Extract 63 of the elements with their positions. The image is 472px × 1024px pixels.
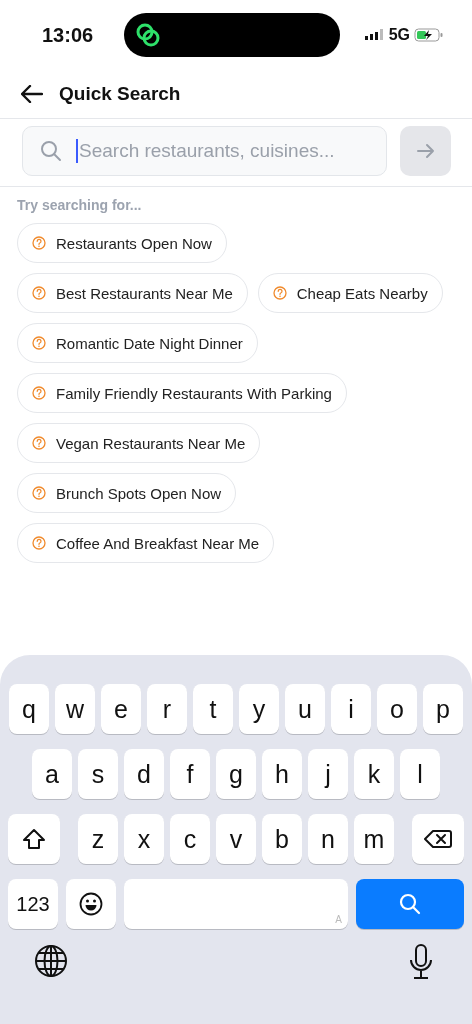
suggestion-chip[interactable]: Cheap Eats Nearby [257, 273, 443, 313]
emoji-key[interactable] [66, 879, 116, 929]
shift-key[interactable] [8, 814, 60, 864]
network-label: 5G [388, 26, 410, 44]
keyboard-key[interactable]: s [78, 749, 118, 799]
keyboard-key[interactable]: u [285, 684, 325, 734]
backspace-icon [424, 829, 452, 849]
keyboard-key[interactable]: g [216, 749, 256, 799]
delete-key[interactable] [412, 814, 464, 864]
keyboard-key[interactable]: p [423, 684, 463, 734]
signal-icon [364, 29, 385, 41]
keyboard-key[interactable]: f [170, 749, 210, 799]
question-icon [32, 436, 46, 450]
keyboard-key[interactable]: r [147, 684, 187, 734]
shift-icon [22, 828, 46, 850]
keyboard-key[interactable]: a [32, 749, 72, 799]
keyboard-key[interactable]: e [101, 684, 141, 734]
status-time: 13:06 [42, 23, 95, 47]
page-title: Quick Search [59, 83, 181, 105]
search-icon [399, 893, 421, 915]
keyboard-key[interactable]: k [354, 749, 394, 799]
keyboard-key[interactable]: w [55, 684, 95, 734]
suggestion-chip[interactable]: Vegan Restaurants Near Me [17, 423, 261, 463]
keyboard-key[interactable]: d [124, 749, 164, 799]
keyboard-key[interactable]: j [308, 749, 348, 799]
question-icon [32, 386, 46, 400]
search-key[interactable] [356, 879, 464, 929]
keyboard-key[interactable]: b [262, 814, 302, 864]
suggestion-chip[interactable]: Best Restaurants Near Me [17, 273, 248, 313]
keyboard-key[interactable]: q [9, 684, 49, 734]
suggestion-chip[interactable]: Romantic Date Night Dinner [17, 323, 258, 363]
microphone-icon[interactable] [408, 944, 434, 980]
link-icon [135, 22, 161, 48]
question-icon [32, 236, 46, 250]
arrow-right-icon [416, 143, 435, 159]
keyboard-key[interactable]: y [239, 684, 279, 734]
keyboard-key[interactable]: o [377, 684, 417, 734]
keyboard-key[interactable]: i [331, 684, 371, 734]
suggestion-chip[interactable]: Family Friendly Restaurants With Parking [17, 373, 347, 413]
keyboard-key[interactable]: n [308, 814, 348, 864]
question-icon [32, 286, 46, 300]
keyboard-key[interactable]: h [262, 749, 302, 799]
suggestion-chip[interactable]: Coffee And Breakfast Near Me [17, 523, 275, 563]
keyboard-key[interactable]: v [216, 814, 256, 864]
search-field[interactable]: Search restaurants, cuisines... [22, 126, 387, 176]
suggestions-heading: Try searching for... [17, 197, 143, 213]
keyboard-key[interactable]: x [124, 814, 164, 864]
keyboard-key[interactable]: t [193, 684, 233, 734]
question-icon [32, 486, 46, 500]
question-icon [272, 286, 287, 300]
smiley-icon [79, 892, 103, 916]
suggestion-chip[interactable]: Brunch Spots Open Now [17, 473, 237, 513]
battery-icon [414, 28, 444, 42]
suggestion-chip[interactable]: Restaurants Open Now [17, 223, 227, 263]
keyboard-key[interactable]: m [354, 814, 394, 864]
question-icon [32, 336, 46, 350]
question-icon [32, 536, 46, 550]
keyboard-key[interactable]: z [78, 814, 118, 864]
globe-icon[interactable] [34, 944, 68, 978]
numbers-key[interactable]: 123 [8, 879, 58, 929]
back-arrow-icon[interactable] [21, 85, 43, 103]
keyboard-key[interactable]: l [400, 749, 440, 799]
keyboard-key[interactable]: c [170, 814, 210, 864]
